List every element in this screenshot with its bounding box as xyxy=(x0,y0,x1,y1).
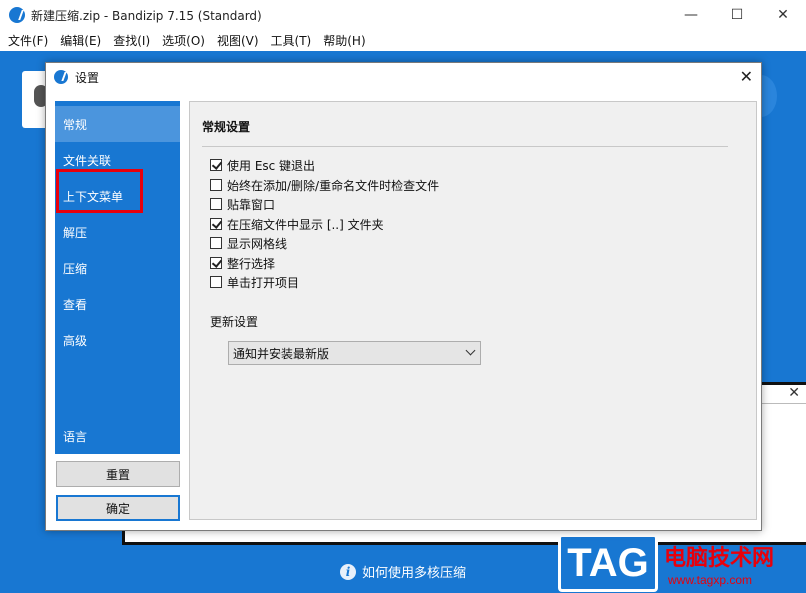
option-label: 在压缩文件中显示 [..] 文件夹 xyxy=(227,217,384,232)
sidebar-item-compress[interactable]: 压缩 xyxy=(55,250,180,286)
settings-sidebar: 常规 文件关联 上下文菜单 解压 压缩 查看 高级 语言 xyxy=(55,101,180,454)
maximize-button[interactable]: ☐ xyxy=(714,0,760,30)
update-select-value: 通知并安装最新版 xyxy=(233,346,330,361)
subpanel-close-icon[interactable]: ✕ xyxy=(788,385,800,401)
dialog-titlebar: 设置 ✕ xyxy=(46,63,761,91)
option-check-files[interactable]: 始终在添加/删除/重命名文件时检查文件 xyxy=(210,176,439,194)
menu-find[interactable]: 查找(I) xyxy=(107,32,156,49)
window-controls: — ☐ ✕ xyxy=(668,0,806,30)
main-titlebar: 新建压缩.zip - Bandizip 7.15 (Standard) — ☐ … xyxy=(0,0,806,30)
ok-button[interactable]: 确定 xyxy=(56,495,180,521)
option-label: 使用 Esc 键退出 xyxy=(227,158,316,173)
menu-tools[interactable]: 工具(T) xyxy=(265,32,318,49)
settings-content-panel: 常规设置 使用 Esc 键退出 始终在添加/删除/重命名文件时检查文件 贴靠窗口… xyxy=(189,101,757,520)
sidebar-item-advanced[interactable]: 高级 xyxy=(55,322,180,358)
sidebar-item-extract[interactable]: 解压 xyxy=(55,214,180,250)
general-settings-title: 常规设置 xyxy=(202,120,251,134)
option-label: 贴靠窗口 xyxy=(227,197,276,212)
checkbox[interactable] xyxy=(210,218,222,230)
option-full-row-select[interactable]: 整行选择 xyxy=(210,254,275,272)
menu-edit[interactable]: 编辑(E) xyxy=(54,32,107,49)
checkbox[interactable] xyxy=(210,237,222,249)
option-label: 始终在添加/删除/重命名文件时检查文件 xyxy=(227,178,440,193)
option-show-gridlines[interactable]: 显示网格线 xyxy=(210,234,287,252)
checkbox[interactable] xyxy=(210,159,222,171)
dialog-title: 设置 xyxy=(75,70,100,85)
option-snap-window[interactable]: 贴靠窗口 xyxy=(210,195,275,213)
bandizip-app-icon xyxy=(9,7,25,23)
watermark-url: www.tagxp.com xyxy=(668,573,753,587)
option-esc-exit[interactable]: 使用 Esc 键退出 xyxy=(210,156,315,174)
option-show-parent-folder[interactable]: 在压缩文件中显示 [..] 文件夹 xyxy=(210,215,384,233)
section-divider xyxy=(202,146,728,147)
update-settings-label: 更新设置 xyxy=(210,315,259,329)
checkbox[interactable] xyxy=(210,257,222,269)
update-settings-select[interactable]: 通知并安装最新版 xyxy=(228,341,481,365)
checkbox[interactable] xyxy=(210,276,222,288)
checkbox[interactable] xyxy=(210,198,222,210)
menu-options[interactable]: 选项(O) xyxy=(156,32,211,49)
menu-help[interactable]: 帮助(H) xyxy=(317,32,371,49)
option-label: 单击打开项目 xyxy=(227,275,300,290)
option-single-click-open[interactable]: 单击打开项目 xyxy=(210,273,299,291)
help-link[interactable]: i 如何使用多核压缩 xyxy=(340,562,466,581)
window-title: 新建压缩.zip - Bandizip 7.15 (Standard) xyxy=(31,8,262,23)
close-button[interactable]: ✕ xyxy=(760,0,806,30)
settings-dialog: 设置 ✕ 常规 文件关联 上下文菜单 解压 压缩 查看 高级 语言 重置 确定 … xyxy=(45,62,762,531)
option-label: 整行选择 xyxy=(227,256,276,271)
sidebar-item-general[interactable]: 常规 xyxy=(55,106,180,142)
context-menu-highlight xyxy=(56,169,143,213)
info-icon: i xyxy=(340,563,356,580)
watermark-site-name: 电脑技术网 xyxy=(664,545,775,570)
dialog-close-icon[interactable]: ✕ xyxy=(740,67,753,86)
menu-file[interactable]: 文件(F) xyxy=(2,32,54,49)
sidebar-item-view[interactable]: 查看 xyxy=(55,286,180,322)
settings-app-icon xyxy=(54,70,68,84)
menu-bar: 文件(F) 编辑(E) 查找(I) 选项(O) 视图(V) 工具(T) 帮助(H… xyxy=(0,30,806,51)
minimize-button[interactable]: — xyxy=(668,0,714,30)
sidebar-item-language[interactable]: 语言 xyxy=(55,418,180,454)
option-label: 显示网格线 xyxy=(227,236,288,251)
chevron-down-icon xyxy=(465,345,476,356)
checkbox[interactable] xyxy=(210,179,222,191)
tag-logo: TAG xyxy=(558,534,658,592)
reset-button[interactable]: 重置 xyxy=(56,461,180,487)
help-text[interactable]: 如何使用多核压缩 xyxy=(362,562,466,581)
menu-view[interactable]: 视图(V) xyxy=(211,32,265,49)
